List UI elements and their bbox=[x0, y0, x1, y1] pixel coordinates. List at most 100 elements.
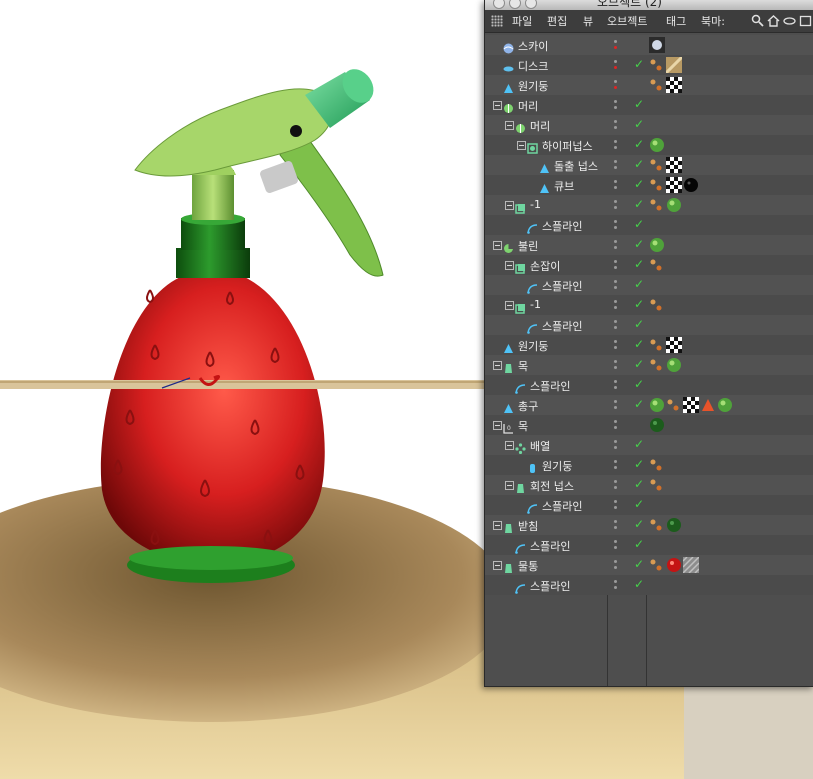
tree-item-label[interactable]: 스플라인 bbox=[530, 538, 570, 554]
collapse-toggle-icon[interactable] bbox=[493, 241, 502, 250]
tree-item-label[interactable]: 회전 넙스 bbox=[530, 478, 574, 494]
red-material[interactable] bbox=[666, 557, 682, 577]
tree-row[interactable]: -1 ✓ bbox=[485, 295, 813, 315]
tree-row[interactable]: 원기둥 bbox=[485, 75, 813, 95]
dark-green-material[interactable] bbox=[666, 517, 682, 537]
tree-item-label[interactable]: 머리 bbox=[518, 98, 538, 114]
visibility-toggle[interactable] bbox=[614, 480, 618, 490]
enabled-check-icon[interactable]: ✓ bbox=[634, 457, 644, 471]
drag-grip-icon[interactable] bbox=[491, 15, 503, 27]
texture-tag[interactable] bbox=[649, 77, 665, 97]
tree-item-label[interactable]: 받침 bbox=[518, 518, 538, 534]
collapse-toggle-icon[interactable] bbox=[505, 201, 514, 210]
visibility-toggle[interactable] bbox=[614, 160, 618, 170]
tree-item-label[interactable]: 스플라인 bbox=[530, 378, 570, 394]
visibility-toggle[interactable] bbox=[614, 120, 618, 130]
enabled-check-icon[interactable]: ✓ bbox=[634, 377, 644, 391]
visibility-toggle[interactable] bbox=[614, 280, 618, 290]
enabled-check-icon[interactable]: ✓ bbox=[634, 577, 644, 591]
tree-row[interactable]: 원기둥 ✓ bbox=[485, 455, 813, 475]
enabled-check-icon[interactable]: ✓ bbox=[634, 97, 644, 111]
enabled-check-icon[interactable]: ✓ bbox=[634, 217, 644, 231]
visibility-toggle[interactable] bbox=[614, 380, 618, 390]
enabled-check-icon[interactable]: ✓ bbox=[634, 277, 644, 291]
enabled-check-icon[interactable]: ✓ bbox=[634, 237, 644, 251]
collapse-toggle-icon[interactable] bbox=[493, 561, 502, 570]
visibility-toggle[interactable] bbox=[614, 560, 618, 570]
enabled-check-icon[interactable]: ✓ bbox=[634, 357, 644, 371]
visibility-toggle[interactable] bbox=[614, 580, 618, 590]
visibility-toggle[interactable] bbox=[614, 260, 618, 270]
tree-row[interactable]: 불린 ✓ bbox=[485, 235, 813, 255]
tree-row[interactable]: 스플라인 ✓ bbox=[485, 495, 813, 515]
collapse-toggle-icon[interactable] bbox=[505, 121, 514, 130]
enabled-check-icon[interactable]: ✓ bbox=[634, 437, 644, 451]
tree-item-label[interactable]: 머리 bbox=[530, 118, 550, 134]
dark-green-material[interactable] bbox=[649, 417, 665, 437]
menu-objects[interactable]: 오브젝트 bbox=[607, 13, 647, 29]
tree-item-label[interactable]: 스플라인 bbox=[542, 498, 582, 514]
visibility-toggle[interactable] bbox=[614, 60, 618, 70]
collapse-toggle-icon[interactable] bbox=[505, 261, 514, 270]
tree-row[interactable]: 물통 ✓ bbox=[485, 555, 813, 575]
tree-row[interactable]: 디스크 ✓ bbox=[485, 55, 813, 75]
tree-item-label[interactable]: 돌출 넙스 bbox=[554, 158, 598, 174]
visibility-toggle[interactable] bbox=[614, 440, 618, 450]
checker-material[interactable] bbox=[666, 177, 682, 197]
visibility-toggle[interactable] bbox=[614, 100, 618, 110]
checker-material[interactable] bbox=[666, 77, 682, 97]
tree-row[interactable]: 스플라인 ✓ bbox=[485, 575, 813, 595]
green-material[interactable] bbox=[649, 137, 665, 157]
enabled-check-icon[interactable]: ✓ bbox=[634, 337, 644, 351]
black-material[interactable] bbox=[683, 177, 699, 197]
visibility-toggle[interactable] bbox=[614, 340, 618, 350]
texture-tag[interactable] bbox=[649, 177, 665, 197]
tree-item-label[interactable]: 스플라인 bbox=[530, 578, 570, 594]
enabled-check-icon[interactable]: ✓ bbox=[634, 397, 644, 411]
visibility-toggle[interactable] bbox=[614, 460, 618, 470]
texture-tag[interactable] bbox=[649, 57, 665, 77]
menu-bookmarks[interactable]: 북마: bbox=[701, 13, 725, 29]
texture-tag[interactable] bbox=[649, 157, 665, 177]
tree-row[interactable]: -1 ✓ bbox=[485, 195, 813, 215]
eye-icon[interactable] bbox=[783, 13, 796, 27]
tree-row[interactable]: 원기둥 ✓ bbox=[485, 335, 813, 355]
tree-row[interactable]: 스카이 bbox=[485, 35, 813, 55]
checker-material[interactable] bbox=[666, 337, 682, 357]
texture-tag[interactable] bbox=[649, 557, 665, 577]
visibility-toggle[interactable] bbox=[614, 80, 618, 90]
texture-tag[interactable] bbox=[649, 337, 665, 357]
texture-tag[interactable] bbox=[649, 257, 665, 277]
tree-row[interactable]: 스플라인 ✓ bbox=[485, 535, 813, 555]
tree-row[interactable]: 머리 ✓ bbox=[485, 95, 813, 115]
collapse-toggle-icon[interactable] bbox=[493, 421, 502, 430]
collapse-toggle-icon[interactable] bbox=[505, 441, 514, 450]
menu-tags[interactable]: 태그 bbox=[666, 13, 686, 29]
enabled-check-icon[interactable]: ✓ bbox=[634, 297, 644, 311]
enabled-check-icon[interactable]: ✓ bbox=[634, 537, 644, 551]
green-material[interactable] bbox=[666, 357, 682, 377]
checker-material[interactable] bbox=[666, 157, 682, 177]
tree-item-label[interactable]: 불린 bbox=[518, 238, 538, 254]
enabled-check-icon[interactable]: ✓ bbox=[634, 57, 644, 71]
enabled-check-icon[interactable]: ✓ bbox=[634, 197, 644, 211]
tree-item-label[interactable]: 목 bbox=[518, 358, 528, 374]
tree-item-label[interactable]: 스플라인 bbox=[542, 278, 582, 294]
texture-tag[interactable] bbox=[649, 517, 665, 537]
tree-item-label[interactable]: 스플라인 bbox=[542, 318, 582, 334]
collapse-toggle-icon[interactable] bbox=[517, 141, 526, 150]
visibility-toggle[interactable] bbox=[614, 400, 618, 410]
visibility-toggle[interactable] bbox=[614, 540, 618, 550]
texture-tag[interactable] bbox=[649, 457, 665, 477]
tree-item-label[interactable]: 디스크 bbox=[518, 58, 548, 74]
tree-row[interactable]: 0목 bbox=[485, 415, 813, 435]
enabled-check-icon[interactable]: ✓ bbox=[634, 117, 644, 131]
texture-tag[interactable] bbox=[649, 297, 665, 317]
enabled-check-icon[interactable]: ✓ bbox=[634, 497, 644, 511]
green-material[interactable] bbox=[717, 397, 733, 417]
visibility-toggle[interactable] bbox=[614, 180, 618, 190]
green-material[interactable] bbox=[649, 237, 665, 257]
tree-item-label[interactable]: 목 bbox=[518, 418, 528, 434]
new-window-icon[interactable] bbox=[799, 13, 812, 27]
zoom-window-button[interactable] bbox=[525, 0, 537, 9]
